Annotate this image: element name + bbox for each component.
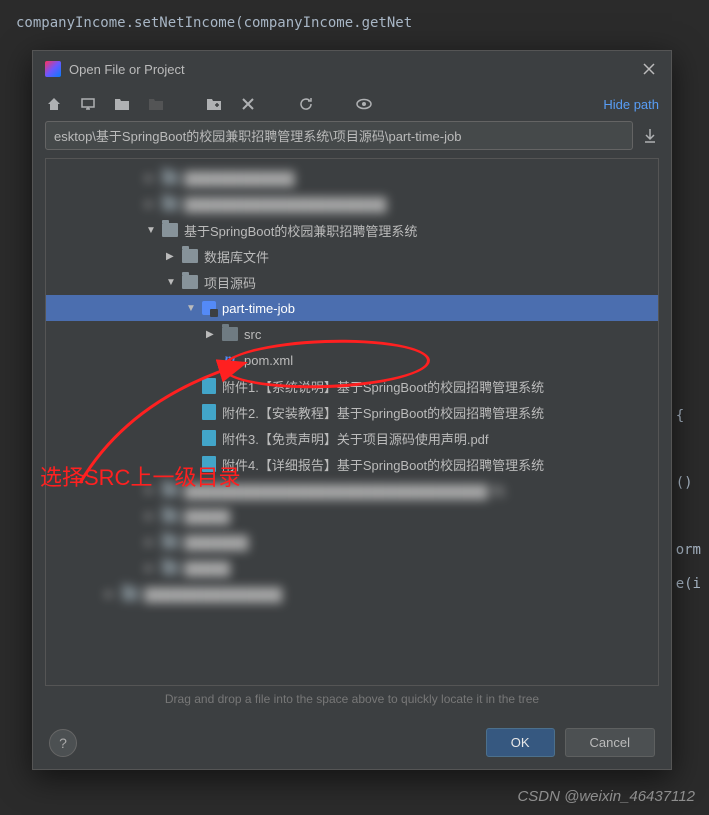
doc-icon	[202, 404, 216, 420]
code-line: companyIncome.setNetIncome(companyIncome…	[16, 12, 693, 34]
tree-row-blurred[interactable]: ▶██████████████████████	[46, 191, 658, 217]
desktop-icon[interactable]	[79, 95, 97, 113]
tree-row-blurred[interactable]: ▶███████	[46, 529, 658, 555]
download-icon[interactable]	[641, 127, 659, 145]
cancel-button[interactable]: Cancel	[565, 728, 655, 757]
dialog-titlebar[interactable]: Open File or Project	[33, 51, 671, 87]
tree-label: pom.xml	[244, 353, 293, 368]
tree-row-db[interactable]: ▶数据库文件	[46, 243, 658, 269]
close-icon[interactable]	[639, 59, 659, 79]
tree-row-blurred[interactable]: ▶█████	[46, 503, 658, 529]
toolbar: Hide path	[33, 87, 671, 121]
maven-icon: m	[222, 352, 238, 368]
show-hidden-icon[interactable]	[355, 95, 373, 113]
tree-row-source[interactable]: ▼项目源码	[46, 269, 658, 295]
path-input[interactable]	[45, 121, 633, 150]
file-tree[interactable]: ▶████████████ ▶██████████████████████ ▼基…	[45, 158, 659, 686]
module-folder-icon[interactable]	[147, 95, 165, 113]
doc-icon	[202, 430, 216, 446]
module-icon	[202, 301, 216, 315]
open-file-dialog: Open File or Project	[32, 50, 672, 770]
tree-row-attachment[interactable]: ▶附件4.【详细报告】基于SpringBoot的校园招聘管理系统	[46, 451, 658, 477]
tree-label: 附件2.【安装教程】基于SpringBoot的校园招聘管理系统	[222, 403, 544, 422]
tree-label: 基于SpringBoot的校园兼职招聘管理系统	[184, 221, 417, 240]
new-folder-icon[interactable]	[205, 95, 223, 113]
doc-icon	[202, 378, 216, 394]
tree-row-project-selected[interactable]: ▼part-time-job	[46, 295, 658, 321]
tree-row-attachment[interactable]: ▶附件2.【安装教程】基于SpringBoot的校园招聘管理系统	[46, 399, 658, 425]
tree-row-pom[interactable]: ▶mpom.xml	[46, 347, 658, 373]
project-folder-icon[interactable]	[113, 95, 131, 113]
tree-label: 附件3.【免责声明】关于项目源码使用声明.pdf	[222, 429, 489, 448]
tree-label: 项目源码	[204, 273, 256, 292]
tree-row-blurred[interactable]: ▶█████	[46, 555, 658, 581]
button-row: ? OK Cancel	[33, 716, 671, 769]
dialog-title: Open File or Project	[69, 62, 185, 77]
tree-label: 数据库文件	[204, 247, 269, 266]
tree-label: 附件4.【详细报告】基于SpringBoot的校园招聘管理系统	[222, 455, 544, 474]
watermark: CSDN @weixin_46437112	[517, 788, 695, 805]
tree-row-attachment[interactable]: ▶附件3.【免责声明】关于项目源码使用声明.pdf	[46, 425, 658, 451]
hide-path-link[interactable]: Hide path	[603, 97, 659, 112]
tree-row-src[interactable]: ▶src	[46, 321, 658, 347]
tree-row-blurred[interactable]: ▶█████████████████████████████████ 物.	[46, 477, 658, 503]
delete-icon[interactable]	[239, 95, 257, 113]
tree-label: part-time-job	[222, 301, 295, 316]
help-button[interactable]: ?	[49, 729, 77, 757]
doc-icon	[202, 456, 216, 472]
background-code: companyIncome.setNetIncome(companyIncome…	[0, 0, 709, 46]
tree-row-attachment[interactable]: ▶附件1.【系统说明】基于SpringBoot的校园招聘管理系统	[46, 373, 658, 399]
hint-text: Drag and drop a file into the space abov…	[33, 686, 671, 716]
tree-row-root[interactable]: ▼基于SpringBoot的校园兼职招聘管理系统	[46, 217, 658, 243]
side-code-fragment: { () orm e(i	[676, 400, 701, 602]
home-icon[interactable]	[45, 95, 63, 113]
path-row	[33, 121, 671, 158]
intellij-icon	[45, 61, 61, 77]
refresh-icon[interactable]	[297, 95, 315, 113]
ok-button[interactable]: OK	[486, 728, 555, 757]
tree-row-blurred[interactable]: ▶███████████████	[46, 581, 658, 607]
tree-label: src	[244, 327, 261, 342]
tree-label: 附件1.【系统说明】基于SpringBoot的校园招聘管理系统	[222, 377, 544, 396]
tree-row-blurred[interactable]: ▶████████████	[46, 165, 658, 191]
